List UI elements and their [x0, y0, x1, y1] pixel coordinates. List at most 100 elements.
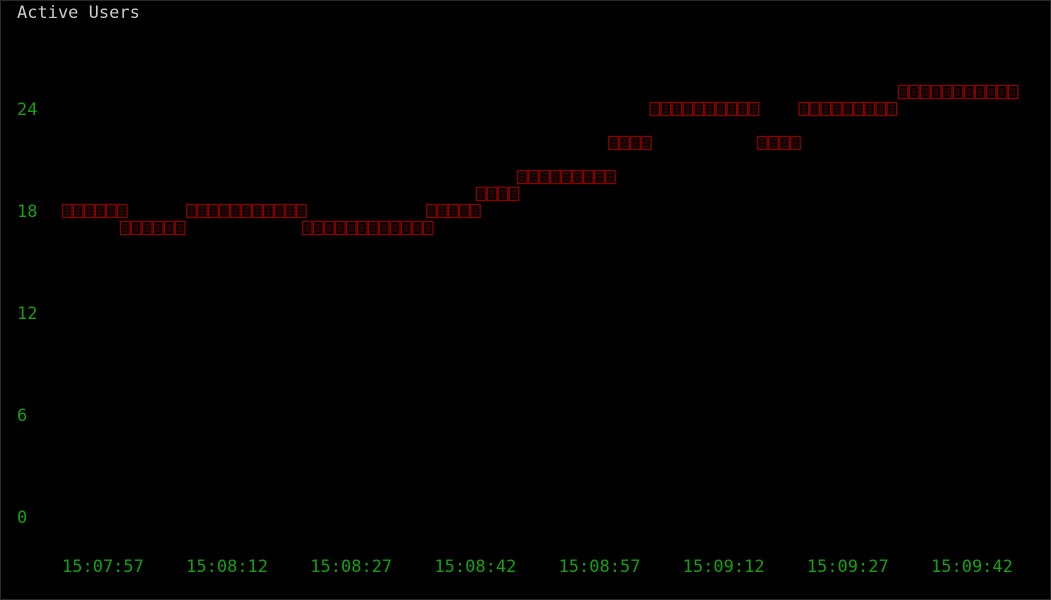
data-point-glyph	[415, 224, 420, 232]
data-point-glyph	[685, 105, 691, 113]
data-point-glyph	[511, 190, 517, 198]
y-tick-label: 0	[17, 508, 27, 528]
data-point-glyph	[542, 173, 547, 181]
series-segment	[649, 101, 760, 117]
data-point-glyph	[478, 190, 484, 198]
data-point-glyph	[782, 139, 787, 147]
data-point-glyph	[299, 207, 304, 215]
series-segment	[757, 135, 801, 151]
data-point-glyph	[933, 88, 939, 96]
data-point-glyph	[76, 207, 81, 215]
data-point-glyph	[622, 139, 627, 147]
data-point-glyph	[426, 224, 431, 232]
data-point-glyph	[955, 88, 961, 96]
x-axis: 15:07:57 15:08:12 15:08:27 15:08:42 15:08:57…	[62, 557, 1013, 577]
x-tick-label: 15:08:42	[434, 557, 516, 577]
data-point-glyph	[531, 173, 536, 181]
y-tick-label: 18	[17, 202, 37, 222]
data-point-glyph	[316, 224, 321, 232]
data-point-glyph	[652, 105, 658, 113]
data-point-glyph	[718, 105, 724, 113]
data-point-glyph	[189, 207, 194, 215]
data-point-glyph	[327, 224, 332, 232]
x-tick-label: 15:09:42	[931, 557, 1013, 577]
series-segment	[608, 135, 652, 151]
data-point-glyph	[255, 207, 260, 215]
series-segment	[475, 186, 520, 202]
data-point-glyph	[900, 88, 906, 96]
x-tick-label: 15:08:12	[186, 557, 268, 577]
data-point-glyph	[663, 105, 669, 113]
data-point-glyph	[266, 207, 271, 215]
series-segment	[517, 169, 616, 185]
x-tick-label: 15:09:12	[683, 557, 765, 577]
data-point-glyph	[211, 207, 216, 215]
data-point-glyph	[834, 105, 840, 113]
data-point-glyph	[382, 224, 387, 232]
data-point-glyph	[911, 88, 917, 96]
data-point-glyph	[451, 207, 456, 215]
data-point-glyph	[608, 173, 613, 181]
series-segment	[897, 84, 1019, 100]
data-point-glyph	[696, 105, 702, 113]
data-point-glyph	[889, 105, 895, 113]
data-point-glyph	[233, 207, 238, 215]
data-point-glyph	[473, 207, 478, 215]
data-point-glyph	[222, 207, 227, 215]
data-point-glyph	[338, 224, 343, 232]
data-point-glyph	[988, 88, 994, 96]
data-point-glyph	[751, 105, 757, 113]
data-point-glyph	[462, 207, 467, 215]
y-tick-label: 24	[17, 100, 37, 120]
data-point-glyph	[707, 105, 713, 113]
series-segment	[426, 203, 481, 219]
data-point-glyph	[999, 88, 1005, 96]
data-point-glyph	[771, 139, 776, 147]
data-point-glyph	[404, 224, 409, 232]
x-tick-label: 15:08:57	[559, 557, 641, 577]
active-users-chart: 0 6 12 18 24 15:07:57 15:08:12 15:08:27 15:08:4…	[17, 84, 1019, 577]
data-point-glyph	[729, 105, 735, 113]
data-point-glyph	[200, 207, 205, 215]
data-point-glyph	[177, 224, 183, 232]
data-point-glyph	[944, 88, 950, 96]
data-point-glyph	[793, 139, 798, 147]
series-area	[61, 84, 1019, 236]
data-point-glyph	[144, 224, 150, 232]
series-segment	[301, 220, 434, 236]
data-point-glyph	[812, 105, 818, 113]
data-point-glyph	[305, 224, 310, 232]
x-tick-label: 15:08:27	[310, 557, 392, 577]
data-point-glyph	[489, 190, 495, 198]
data-point-glyph	[823, 105, 829, 113]
data-point-glyph	[133, 224, 139, 232]
data-point-glyph	[867, 105, 873, 113]
data-point-glyph	[500, 190, 506, 198]
data-point-glyph	[564, 173, 569, 181]
data-point-glyph	[288, 207, 293, 215]
data-point-glyph	[244, 207, 249, 215]
data-point-glyph	[440, 207, 445, 215]
data-point-glyph	[87, 207, 92, 215]
data-point-glyph	[122, 224, 128, 232]
data-point-glyph	[856, 105, 862, 113]
y-tick-label: 6	[17, 406, 27, 426]
series-segment	[61, 203, 128, 219]
series-segment	[119, 220, 186, 236]
data-point-glyph	[360, 224, 365, 232]
data-point-glyph	[575, 173, 580, 181]
data-point-glyph	[586, 173, 591, 181]
data-point-glyph	[878, 105, 884, 113]
data-point-glyph	[1010, 88, 1016, 96]
data-point-glyph	[740, 105, 746, 113]
data-point-glyph	[644, 139, 649, 147]
data-point-glyph	[393, 224, 398, 232]
series-segment	[185, 203, 307, 219]
data-point-glyph	[98, 207, 103, 215]
data-point-glyph	[553, 173, 558, 181]
data-point-glyph	[760, 139, 765, 147]
data-point-glyph	[155, 224, 161, 232]
data-point-glyph	[109, 207, 114, 215]
x-tick-label: 15:09:27	[807, 557, 889, 577]
data-point-glyph	[674, 105, 680, 113]
